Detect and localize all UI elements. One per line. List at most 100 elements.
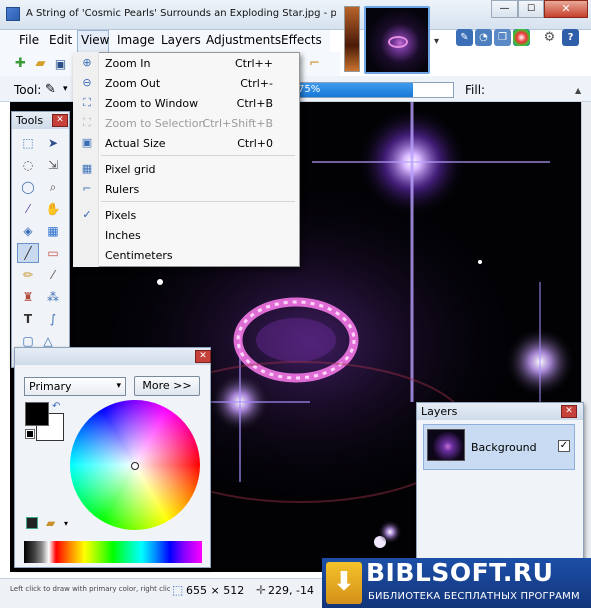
watermark-tagline: БИБЛИОТЕКА БЕСПЛАТНЫХ ПРОГРАММ xyxy=(368,591,580,602)
save-file-icon[interactable]: ▣ xyxy=(52,55,69,72)
view-menu-separator xyxy=(101,201,295,202)
minimize-button[interactable]: — xyxy=(491,0,518,18)
rectangle-select-icon[interactable]: ⬚ xyxy=(17,133,39,153)
eraser-icon[interactable]: ▭ xyxy=(42,243,64,263)
open-file-icon[interactable]: ▰ xyxy=(32,55,49,72)
text-tool-icon[interactable]: T xyxy=(17,309,39,329)
color-wheel-cursor[interactable] xyxy=(131,462,139,470)
clone-stamp-icon[interactable]: ♜ xyxy=(17,287,39,307)
close-window-button[interactable]: ✕ xyxy=(544,0,588,18)
colors-window-icon[interactable] xyxy=(513,29,530,46)
pan-hand-icon[interactable]: ✋ xyxy=(42,199,64,219)
view-menu-item-label: Pixels xyxy=(105,209,137,222)
view-menu-item-zoom-to-window[interactable]: ⛶ Zoom to Window Ctrl+B xyxy=(74,93,297,113)
tools-panel-close-button[interactable]: ✕ xyxy=(52,114,68,127)
actual-size-icon: ▣ xyxy=(81,136,93,149)
zoom-out-icon: ⊖ xyxy=(82,76,92,89)
zoom-window-icon: ⛶ xyxy=(83,96,91,109)
view-menu-item-label: Inches xyxy=(105,229,141,242)
reset-colors-icon[interactable] xyxy=(25,429,35,439)
view-menu-item-label: Rulers xyxy=(105,183,140,196)
layer-name: Background xyxy=(471,441,537,454)
checkmark-icon: ✓ xyxy=(82,208,92,221)
window-title: A String of 'Cosmic Pearls' Surrounds an… xyxy=(26,8,336,19)
palette-dropdown-icon[interactable]: ▾ xyxy=(64,519,68,528)
gradient-icon[interactable]: ▦ xyxy=(42,221,64,241)
nebula-ring-thumb xyxy=(388,36,408,48)
view-menu-item-label: Pixel grid xyxy=(105,163,156,176)
view-menu-item-label: Zoom to Window xyxy=(105,97,199,110)
view-menu-item-shortcut: Ctrl+B xyxy=(236,97,273,110)
move-selected-icon[interactable]: ➤ xyxy=(42,133,64,153)
view-menu-items: ⊕ Zoom In Ctrl++ ⊖ Zoom Out Ctrl+- ⛶ Zoom to Wi… xyxy=(73,52,300,267)
colors-panel-close-button[interactable]: ✕ xyxy=(195,350,211,363)
layers-panel-close-button[interactable]: ✕ xyxy=(561,405,577,418)
menu-edit[interactable]: Edit xyxy=(49,33,72,47)
pixel-grid-icon: ▦ xyxy=(81,162,93,175)
swap-colors-icon[interactable]: ↶ xyxy=(52,401,60,412)
menu-adjustments[interactable]: Adjustments xyxy=(206,33,281,47)
view-menu-item-zoom-out[interactable]: ⊖ Zoom Out Ctrl+- xyxy=(74,73,297,93)
layers-panel-title: Layers xyxy=(417,403,583,420)
menu-file[interactable]: File xyxy=(19,33,39,47)
tool-dropdown-arrow-icon[interactable]: ▾ xyxy=(63,84,68,94)
magic-wand-icon[interactable]: ⁄ xyxy=(17,199,39,219)
view-menu-item-rulers[interactable]: ⌐ Rulers xyxy=(74,179,297,199)
maximize-button[interactable]: ☐ xyxy=(518,0,544,18)
view-menu-item-zoom-in[interactable]: ⊕ Zoom In Ctrl++ xyxy=(74,53,297,73)
status-hint: Left click to draw with primary color, r… xyxy=(10,585,170,593)
color-picker-icon[interactable]: ⁄ xyxy=(42,265,64,285)
layers-window-icon[interactable]: ❐ xyxy=(494,29,511,46)
history-window-icon[interactable]: ◔ xyxy=(475,29,492,46)
move-selection-icon[interactable]: ⇲ xyxy=(42,155,64,175)
settings-gear-icon[interactable]: ⚙ xyxy=(541,29,558,46)
pencil-icon[interactable]: ✏ xyxy=(17,265,39,285)
primary-color-swatch[interactable] xyxy=(25,402,49,426)
color-palette[interactable] xyxy=(24,541,202,563)
paintnet-app-icon[interactable] xyxy=(6,7,20,21)
view-menu-item-pixel-grid[interactable]: ▦ Pixel grid xyxy=(74,159,297,179)
menu-effects[interactable]: Effects xyxy=(281,33,322,47)
watermark-brand: BIBLSOFT.RU xyxy=(366,558,554,587)
view-menu-item-label: Zoom In xyxy=(105,57,151,70)
layers-panel: Layers ✕ Background ✓ xyxy=(416,402,584,570)
color-mode-value: Primary xyxy=(29,380,72,393)
paint-bucket-icon[interactable]: ◈ xyxy=(17,221,39,241)
zoom-tool-icon[interactable]: ⌕ xyxy=(42,177,64,197)
cursor-position: 229, -14 xyxy=(268,584,314,597)
palette-folder-icon[interactable]: ▰ xyxy=(46,516,55,530)
view-menu-item-pixels[interactable]: ✓ Pixels xyxy=(74,205,297,225)
image-tab-thumbnail-active[interactable] xyxy=(364,6,430,74)
toolbar-overflow-icon[interactable]: ▲ xyxy=(575,86,581,95)
view-menu-item-label: Actual Size xyxy=(105,137,166,150)
ellipse-select-icon[interactable]: ◯ xyxy=(17,177,39,197)
more-colors-button[interactable]: More >> xyxy=(134,376,200,396)
color-mode-select[interactable]: Primary ▾ xyxy=(24,377,126,396)
tools-window-icon[interactable]: ✎ xyxy=(456,29,473,46)
current-tool-brush-icon[interactable]: ✎ xyxy=(45,82,56,97)
help-icon[interactable]: ? xyxy=(562,29,579,46)
palette-icon[interactable] xyxy=(26,517,38,529)
rulers-toolbar-icon[interactable]: ⌐ xyxy=(306,55,323,72)
image-tab-thumbnail-1[interactable] xyxy=(344,6,360,72)
view-menu-item-zoom-to-selection: ⛶ Zoom to Selection Ctrl+Shift+B xyxy=(74,113,297,133)
menu-image[interactable]: Image xyxy=(117,33,155,47)
fill-label: Fill: xyxy=(465,83,486,97)
view-menu-separator xyxy=(101,155,295,156)
tabs-scroll-down-icon[interactable]: ▾ xyxy=(434,36,439,47)
recolor-icon[interactable]: ⁂ xyxy=(42,287,64,307)
lasso-select-icon[interactable]: ◌ xyxy=(17,155,39,175)
view-menu-item-shortcut: Ctrl+- xyxy=(240,77,273,90)
menu-layers[interactable]: Layers xyxy=(161,33,201,47)
view-menu-item-label: Zoom to Selection xyxy=(105,117,206,130)
view-menu-item-shortcut: Ctrl+Shift+B xyxy=(202,117,273,130)
menu-view[interactable]: View xyxy=(81,33,109,47)
view-menu-item-centimeters[interactable]: Centimeters xyxy=(74,245,297,265)
new-image-icon[interactable]: ✚ xyxy=(12,55,29,72)
layer-visibility-checkbox[interactable]: ✓ xyxy=(558,440,570,452)
paintbrush-icon[interactable]: ╱ xyxy=(17,243,39,263)
rulers-icon: ⌐ xyxy=(82,182,92,195)
view-menu-item-inches[interactable]: Inches xyxy=(74,225,297,245)
view-menu-item-actual-size[interactable]: ▣ Actual Size Ctrl+0 xyxy=(74,133,297,153)
line-curve-icon[interactable]: ∫ xyxy=(42,309,64,329)
